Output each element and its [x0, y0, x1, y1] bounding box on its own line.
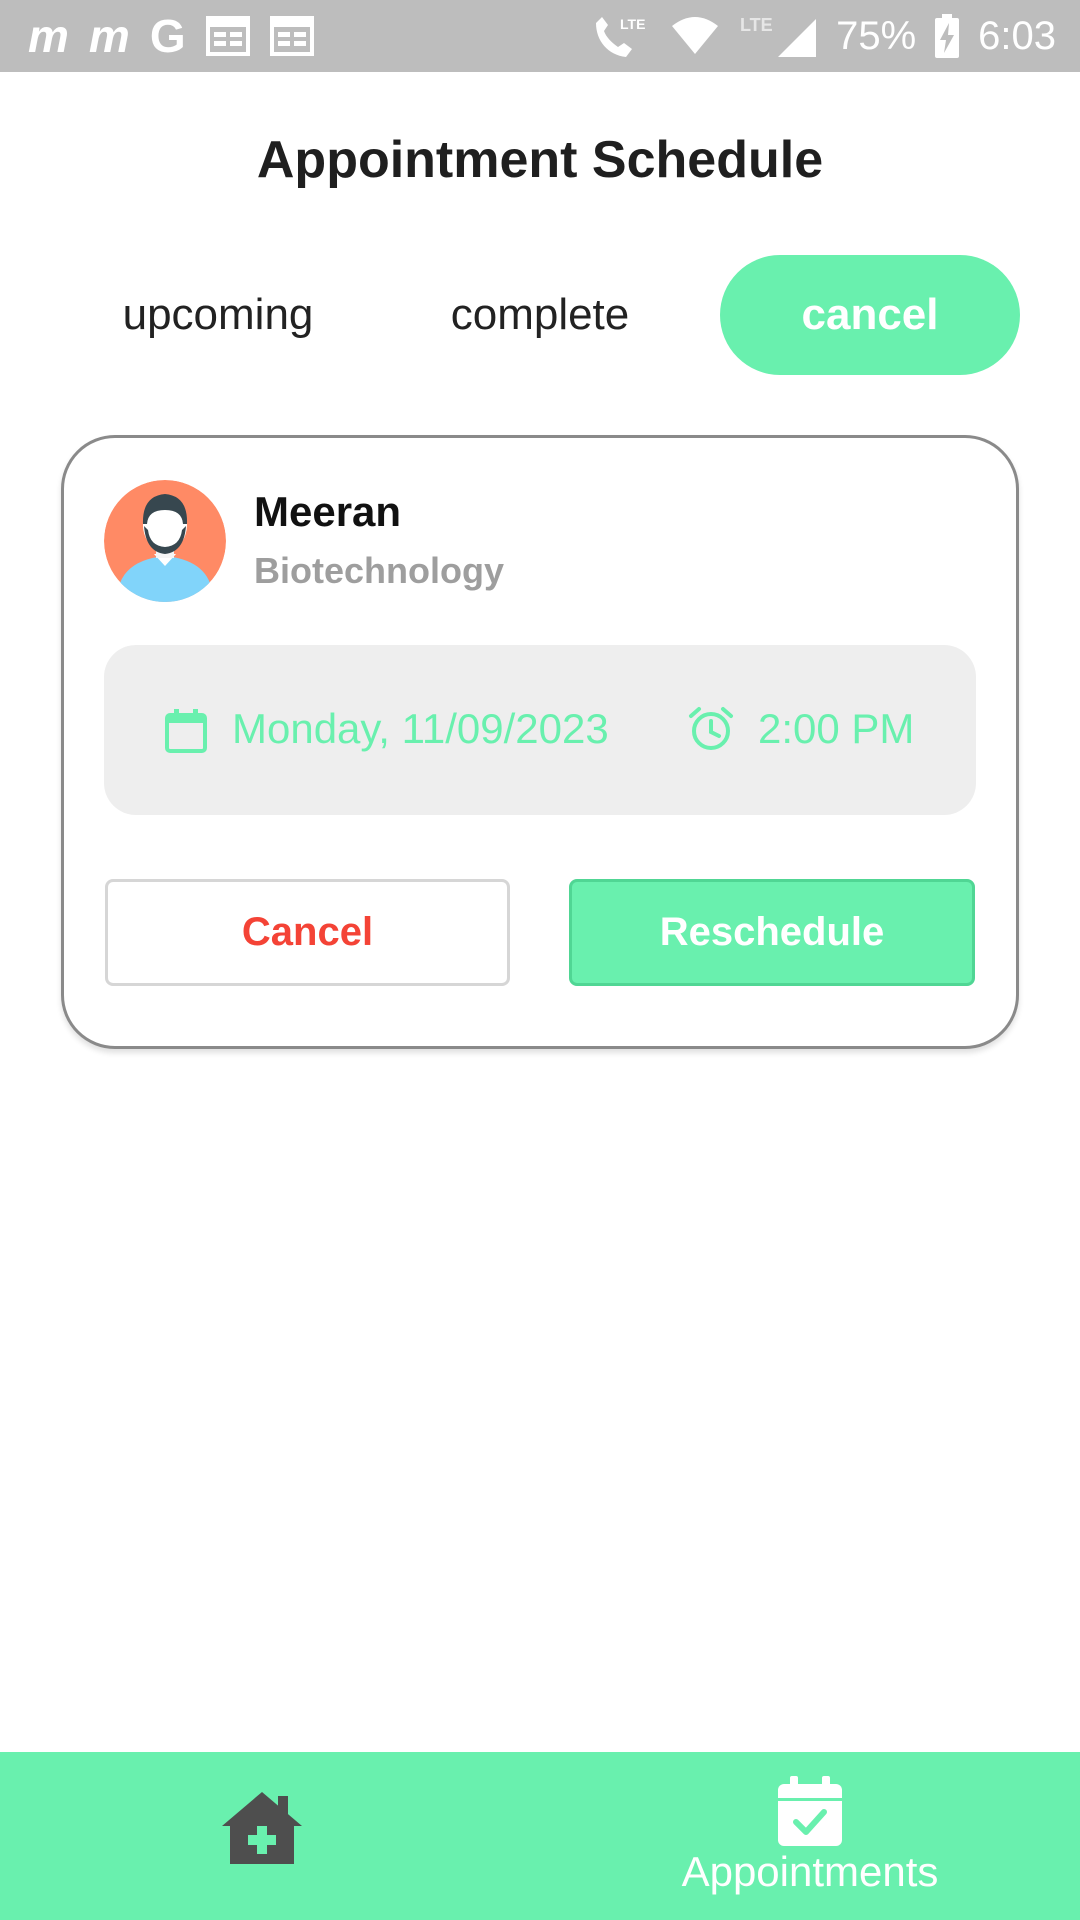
alarm-clock-icon	[689, 707, 733, 750]
wifi-icon	[672, 17, 719, 54]
status-left-icons: m m G	[28, 12, 314, 60]
nav-appointments-label: Appointments	[681, 1848, 939, 1895]
calendar-check-icon	[778, 1776, 842, 1846]
calendar-notification-icon	[269, 16, 314, 56]
home-medical-icon	[222, 1792, 302, 1864]
messaging-icon: m	[28, 10, 69, 62]
appointment-date: Monday, 11/09/2023	[232, 705, 609, 752]
doctor-name: Meeran	[254, 488, 402, 535]
cancel-button[interactable]: Cancel	[105, 879, 510, 986]
appointment-time: 2:00 PM	[758, 705, 915, 752]
reschedule-button[interactable]: Reschedule	[569, 879, 975, 986]
lte-label: LTE	[740, 15, 773, 35]
clock: 6:03	[978, 14, 1056, 58]
status-right-icons: LTE LTE 75% 6:03	[590, 12, 1056, 60]
lte-signal-icon: LTE	[740, 15, 817, 57]
doctor-avatar	[104, 480, 226, 602]
battery-percent: 75%	[836, 14, 917, 58]
status-bar: m m G LTE LTE 75% 6:03	[0, 0, 1080, 72]
messaging-icon: m	[88, 10, 130, 62]
nav-appointments[interactable]: Appointments	[660, 1770, 960, 1900]
calendar-icon	[165, 709, 207, 753]
page-title: Appointment Schedule	[256, 131, 824, 189]
doctor-avatar-icon	[104, 480, 226, 602]
battery-charging-icon	[935, 14, 960, 58]
tab-complete[interactable]: complete	[420, 255, 660, 375]
tab-upcoming[interactable]: upcoming	[98, 255, 338, 375]
lte-label: LTE	[620, 16, 645, 32]
tab-cancel[interactable]: cancel	[720, 255, 1020, 375]
google-icon: G	[149, 10, 186, 62]
doctor-department: Biotechnology	[254, 550, 504, 591]
nav-home[interactable]	[220, 1790, 320, 1880]
calendar-notification-icon	[205, 16, 250, 56]
lte-call-icon: LTE	[596, 16, 645, 57]
